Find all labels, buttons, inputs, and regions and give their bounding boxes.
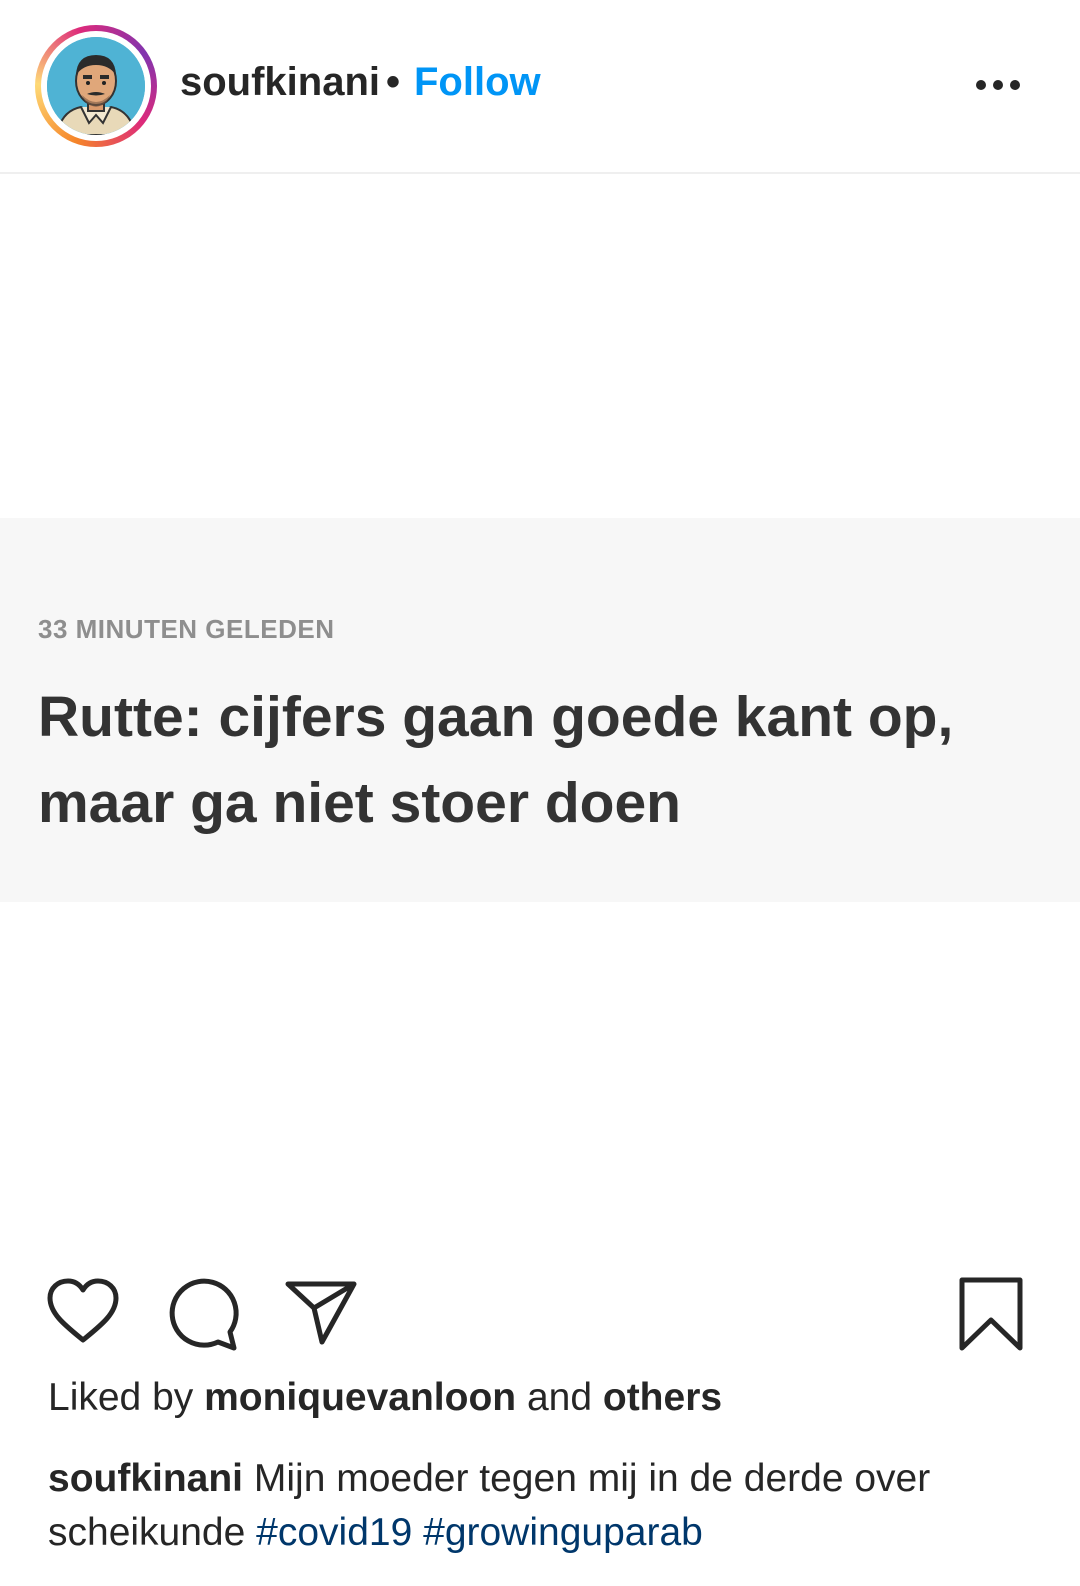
post-header: soufkinani • Follow [0,0,1080,174]
avatar[interactable] [47,37,145,135]
story-ring[interactable] [35,25,157,147]
news-headline: Rutte: cijfers gaan goede kant op, maar … [38,685,954,835]
likes-summary: Liked by moniquevanloon and others [48,1376,722,1420]
likes-others-link[interactable]: others [603,1376,722,1419]
likes-middle: and [526,1376,593,1419]
post-image[interactable]: 33 MINUTEN GELEDEN Rutte: cijfers gaan g… [0,174,1080,1254]
news-timestamp: 33 MINUTEN GELEDEN [38,614,335,644]
hashtag-link[interactable]: #growinguparab [423,1511,703,1554]
liked-by-user[interactable]: moniquevanloon [204,1376,516,1419]
bookmark-icon[interactable] [958,1276,1024,1352]
heart-icon[interactable] [46,1278,120,1346]
more-dot [1010,80,1020,90]
action-bar [0,1262,1080,1362]
comment-icon[interactable] [164,1276,240,1352]
more-dot [993,80,1003,90]
more-options-icon[interactable] [970,60,1026,110]
news-card: 33 MINUTEN GELEDEN Rutte: cijfers gaan g… [0,518,1080,902]
separator-dot: • [386,60,401,104]
more-dot [976,80,986,90]
post-author-username[interactable]: soufkinani [180,60,380,105]
likes-prefix: Liked by [48,1376,194,1419]
avatar-illustration [47,37,145,135]
follow-button[interactable]: Follow [414,60,541,105]
hashtag-link[interactable]: #covid19 [256,1511,412,1554]
send-icon[interactable] [284,1280,358,1346]
post-caption: soufkinani Mijn moeder tegen mij in de d… [48,1452,1038,1560]
avatar-frame [41,31,151,141]
caption-author[interactable]: soufkinani [48,1457,243,1500]
